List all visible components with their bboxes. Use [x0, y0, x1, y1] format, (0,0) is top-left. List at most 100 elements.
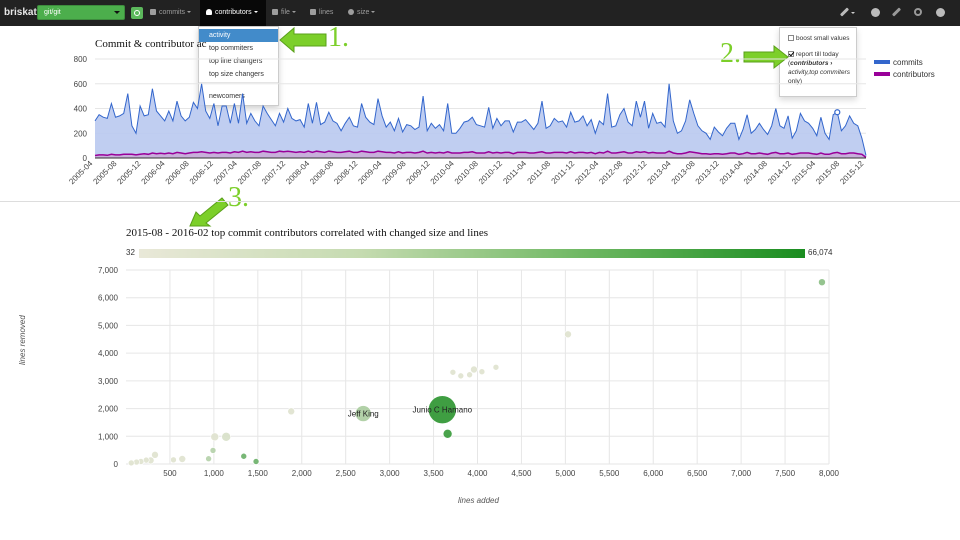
menu-item-activity[interactable]: activity [199, 29, 278, 42]
y-tick-label: 800 [74, 55, 88, 64]
x-tick-label: 7,000 [731, 469, 752, 478]
wrench-icon[interactable] [839, 7, 850, 17]
x-tick-label: 2011-08 [525, 159, 552, 186]
bubble [240, 452, 248, 460]
bubble [457, 372, 465, 380]
x-tick-label: 6,000 [643, 469, 664, 478]
x-tick-label: 2007-08 [236, 159, 264, 187]
legend-label-contributors: contributors [893, 70, 935, 79]
x-tick-label: 2014-12 [766, 159, 794, 187]
y-tick-label: 6,000 [98, 294, 119, 303]
file-icon [272, 9, 278, 15]
series-area-commits [95, 83, 866, 158]
x-tick-label: 2005-12 [115, 159, 143, 187]
nav-contributors-label: contributors [215, 9, 252, 16]
legend-swatch-contributors [874, 72, 890, 76]
nav-contributors[interactable]: contributors [200, 0, 266, 26]
link-icon[interactable] [914, 8, 922, 16]
nav-file-label: file [281, 9, 290, 16]
nav-size[interactable]: size [348, 0, 380, 26]
nav-file[interactable]: file [272, 0, 300, 26]
x-tick-label: 2015-12 [838, 159, 866, 187]
y-tick-label: 2,000 [98, 405, 119, 414]
repo-settings-button[interactable] [131, 7, 143, 19]
activity-area-chart: 80060040020002005-042005-082005-122006-0… [67, 55, 867, 187]
caret-down-icon [851, 12, 855, 14]
x-tick-label: 1,000 [204, 469, 225, 478]
brand-logo[interactable]: briskat [4, 7, 37, 18]
user-icon [206, 9, 212, 15]
bubble [221, 432, 231, 442]
activity-chart-title: Commit & contributor ac [95, 38, 207, 50]
nav-size-label: size [357, 9, 370, 16]
boost-label: boost small values [796, 35, 850, 42]
x-tick-label: 2010-12 [477, 159, 505, 187]
bubble-scatter-chart: 500 1,000 1,500 2,000 2,500 3,000 3,500 4,000 4,… [98, 266, 840, 478]
x-tick-label: 5,500 [599, 469, 620, 478]
x-tick-label: 2008-12 [332, 159, 360, 187]
nav-commits[interactable]: commits [150, 0, 195, 26]
x-tick-label: 2010-08 [453, 159, 481, 187]
app-root: briskat git/git commits contributors fil… [0, 0, 960, 540]
x-tick-label: 2006-12 [188, 159, 216, 187]
x-tick-label: 8,000 [819, 469, 840, 478]
x-axis-title: lines added [458, 496, 499, 505]
help-icon[interactable] [936, 8, 945, 17]
repo-select-value: git/git [44, 9, 61, 16]
x-tick-label: 2012-04 [573, 159, 601, 187]
x-tick-label: 2014-04 [718, 159, 746, 187]
bubble [127, 459, 135, 467]
bubble [178, 455, 187, 463]
bubble-label: Junio C Hamano [413, 406, 473, 415]
y-tick-label: 200 [74, 129, 88, 138]
y-tick-label: 1,000 [98, 432, 119, 441]
nav-lines-label: lines [319, 9, 334, 16]
x-tick-label: 2009-08 [381, 159, 409, 187]
lines-icon [310, 9, 316, 15]
x-tick-label: 2012-08 [597, 159, 625, 187]
size-icon [348, 9, 354, 15]
bubble [170, 456, 177, 464]
x-tick-label: 2015-08 [814, 159, 842, 187]
caret-down-icon [253, 11, 258, 13]
x-tick-label: 2,000 [292, 469, 313, 478]
y-axis-title: lines removed [18, 315, 27, 365]
boost-checkbox[interactable] [788, 35, 794, 41]
x-tick-label: 2008-08 [308, 159, 336, 187]
x-tick-label: 3,000 [380, 469, 401, 478]
caret-down-icon [371, 11, 376, 13]
legend-item-contributors[interactable]: contributors [874, 69, 935, 81]
bubble [205, 455, 212, 463]
bubble [209, 447, 217, 454]
x-tick-label: 2007-12 [260, 159, 288, 187]
x-tick-label: 7,500 [775, 469, 796, 478]
activity-legend: commits contributors [874, 57, 935, 81]
x-tick-label: 2014-08 [742, 159, 770, 187]
scatter-chart-title: 2015-08 - 2016-02 top commit contributor… [126, 227, 488, 239]
x-tick-label: 2006-04 [140, 159, 168, 187]
x-tick-label: 2007-04 [212, 159, 240, 187]
bubble [466, 371, 473, 379]
y-tick-label: 3,000 [98, 377, 119, 386]
x-tick-label: 2005-08 [91, 159, 119, 187]
x-tick-label: 2015-04 [790, 159, 818, 187]
legend-item-commits[interactable]: commits [874, 57, 935, 69]
pencil-icon[interactable] [891, 7, 902, 17]
repo-select[interactable]: git/git [37, 5, 125, 20]
y-tick-label: 4,000 [98, 349, 119, 358]
y-tick-label: 600 [74, 80, 88, 89]
boost-option[interactable]: boost small values [788, 34, 849, 43]
x-tick-label: 6,500 [687, 469, 708, 478]
bubble [478, 368, 486, 376]
bubble [564, 330, 572, 339]
plus-circle-icon[interactable] [871, 8, 880, 17]
x-tick-label: 2,500 [336, 469, 357, 478]
x-tick-label: 2013-04 [646, 159, 674, 187]
bar-chart-icon [150, 9, 156, 15]
x-tick-label: 3,500 [424, 469, 445, 478]
bubble [818, 278, 826, 286]
bubble-label: Jeff King [348, 410, 379, 419]
x-tick-label: 2005-04 [67, 159, 95, 187]
bubble [210, 432, 220, 442]
x-tick-label: 2011-12 [550, 159, 577, 186]
